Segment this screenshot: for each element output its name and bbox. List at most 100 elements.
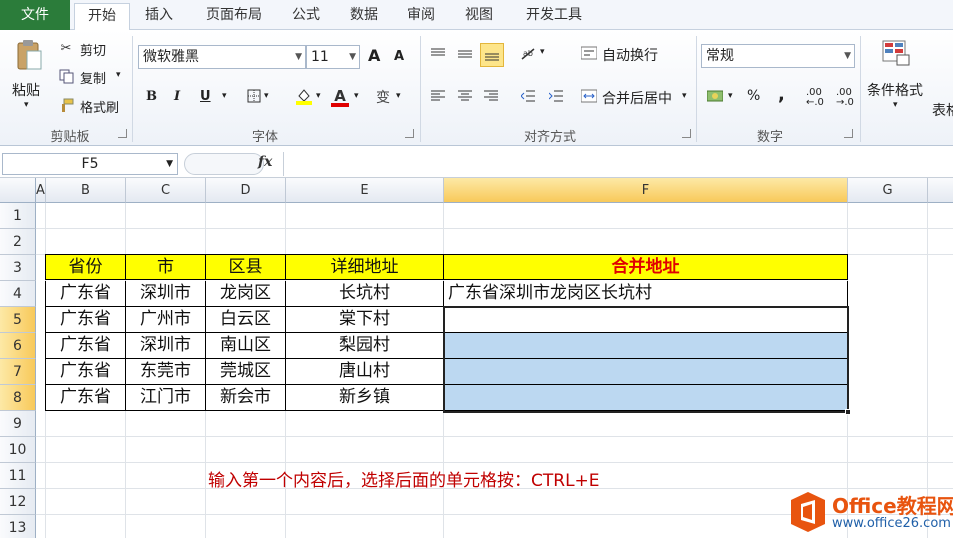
tab-developer[interactable]: 开发工具 <box>516 3 592 30</box>
tab-formulas[interactable]: 公式 <box>283 3 329 30</box>
row-header-13[interactable]: 13 <box>0 515 36 538</box>
column-header-b[interactable]: B <box>46 178 126 203</box>
format-painter-icon[interactable] <box>58 97 74 113</box>
align-center-icon[interactable] <box>455 86 475 106</box>
table-cell[interactable]: 梨园村 <box>286 333 444 359</box>
column-header-e[interactable]: E <box>286 178 444 203</box>
accounting-format-icon[interactable] <box>706 87 724 105</box>
row-header-9[interactable]: 9 <box>0 411 36 437</box>
row-header-8[interactable]: 8 <box>0 385 36 411</box>
align-middle-icon[interactable] <box>455 44 475 64</box>
number-launcher-icon[interactable] <box>844 129 853 138</box>
paste-icon[interactable] <box>14 38 44 72</box>
table-cell[interactable]: 长坑村 <box>286 281 444 307</box>
table-cell[interactable]: 东莞市 <box>126 359 206 385</box>
column-header-d[interactable]: D <box>206 178 286 203</box>
table-cell[interactable]: 深圳市 <box>126 333 206 359</box>
copy-dropdown-icon[interactable]: ▾ <box>116 70 121 80</box>
decrease-decimal-button[interactable]: .00 →.0 <box>836 88 860 108</box>
clipboard-launcher-icon[interactable] <box>118 129 127 138</box>
orientation-icon[interactable]: ab <box>518 44 540 64</box>
row-header-1[interactable]: 1 <box>0 203 36 229</box>
row-header-10[interactable]: 10 <box>0 437 36 463</box>
bold-button[interactable]: B <box>146 89 157 104</box>
row-header-3[interactable]: 3 <box>0 255 36 281</box>
fill-color-dropdown-icon[interactable]: ▾ <box>316 91 321 101</box>
shrink-font-button[interactable]: A <box>394 49 404 64</box>
copy-button[interactable]: 复制 <box>80 68 106 87</box>
font-size-select[interactable]: 11 ▼ <box>306 45 360 69</box>
table-cell[interactable]: 龙岗区 <box>206 281 286 307</box>
selected-cell[interactable] <box>444 385 848 411</box>
tab-home[interactable]: 开始 <box>74 3 130 31</box>
italic-button[interactable]: I <box>174 89 180 104</box>
table-cell[interactable]: 唐山村 <box>286 359 444 385</box>
wrap-text-icon[interactable] <box>580 44 598 62</box>
underline-dropdown-icon[interactable]: ▾ <box>222 91 227 101</box>
table-cell[interactable]: 广东省 <box>45 307 126 333</box>
fill-color-icon[interactable] <box>294 86 314 106</box>
borders-icon[interactable] <box>246 88 262 104</box>
table-cell[interactable]: 新乡镇 <box>286 385 444 411</box>
align-left-icon[interactable] <box>428 86 448 106</box>
tab-review[interactable]: 审阅 <box>398 3 444 30</box>
table-cell[interactable]: 广东省 <box>45 333 126 359</box>
table-cell[interactable]: 广东省深圳市龙岗区长坑村 <box>444 281 848 307</box>
cut-button[interactable]: 剪切 <box>80 40 106 59</box>
paste-dropdown-icon[interactable]: ▾ <box>24 100 29 110</box>
percent-button[interactable]: % <box>747 88 760 104</box>
active-cell[interactable] <box>444 307 848 333</box>
format-as-table-button[interactable]: 表格 <box>932 100 953 120</box>
font-color-icon[interactable]: A <box>330 85 350 107</box>
column-header-g[interactable]: G <box>848 178 928 203</box>
font-launcher-icon[interactable] <box>405 129 414 138</box>
phonetic-dropdown-icon[interactable]: ▾ <box>396 91 401 101</box>
row-header-11[interactable]: 11 <box>0 463 36 489</box>
selected-cell[interactable] <box>444 359 848 385</box>
number-format-select[interactable]: 常规 ▼ <box>701 44 855 68</box>
insert-function-icon[interactable]: fx <box>258 154 272 170</box>
table-header-cell[interactable]: 省份 <box>45 254 126 280</box>
fill-handle[interactable] <box>845 409 851 415</box>
table-cell[interactable]: 白云区 <box>206 307 286 333</box>
column-header-a[interactable]: A <box>36 178 46 203</box>
name-box[interactable]: F5 ▼ <box>2 153 178 175</box>
font-name-select[interactable]: 微软雅黑 ▼ <box>138 45 306 69</box>
increase-decimal-button[interactable]: .00 ←.0 <box>806 88 830 108</box>
table-cell[interactable]: 广东省 <box>45 385 126 411</box>
column-header-f[interactable]: F <box>444 178 848 203</box>
row-header-5[interactable]: 5 <box>0 307 36 333</box>
tab-insert[interactable]: 插入 <box>136 3 182 30</box>
orientation-dropdown-icon[interactable]: ▾ <box>540 47 545 57</box>
merge-center-button[interactable]: 合并后居中 <box>602 88 672 108</box>
table-cell[interactable]: 南山区 <box>206 333 286 359</box>
font-color-dropdown-icon[interactable]: ▾ <box>354 91 359 101</box>
table-header-cell[interactable]: 市 <box>126 254 206 280</box>
accounting-dropdown-icon[interactable]: ▾ <box>728 91 733 101</box>
phonetic-button[interactable]: 变 <box>376 87 390 107</box>
table-header-cell[interactable]: 详细地址 <box>286 254 444 280</box>
copy-icon[interactable] <box>58 68 74 84</box>
tab-data[interactable]: 数据 <box>341 3 387 30</box>
borders-dropdown-icon[interactable]: ▾ <box>264 91 269 101</box>
merge-dropdown-icon[interactable]: ▾ <box>682 91 687 101</box>
merge-center-icon[interactable] <box>580 87 598 105</box>
row-header-6[interactable]: 6 <box>0 333 36 359</box>
selected-cell[interactable] <box>444 333 848 359</box>
table-cell[interactable]: 广州市 <box>126 307 206 333</box>
grow-font-button[interactable]: A <box>368 46 380 65</box>
row-header-2[interactable]: 2 <box>0 229 36 255</box>
row-header-4[interactable]: 4 <box>0 281 36 307</box>
table-header-cell[interactable]: 合并地址 <box>444 254 848 280</box>
tab-file[interactable]: 文件 <box>0 0 70 30</box>
comma-button[interactable]: , <box>778 84 785 105</box>
wrap-text-button[interactable]: 自动换行 <box>602 45 658 65</box>
format-painter-button[interactable]: 格式刷 <box>80 97 119 116</box>
align-right-icon[interactable] <box>481 86 501 106</box>
table-cell[interactable]: 广东省 <box>45 281 126 307</box>
alignment-launcher-icon[interactable] <box>682 129 691 138</box>
conditional-dropdown-icon[interactable]: ▾ <box>893 100 898 110</box>
align-top-icon[interactable] <box>428 44 448 64</box>
table-cell[interactable]: 棠下村 <box>286 307 444 333</box>
table-cell[interactable]: 深圳市 <box>126 281 206 307</box>
